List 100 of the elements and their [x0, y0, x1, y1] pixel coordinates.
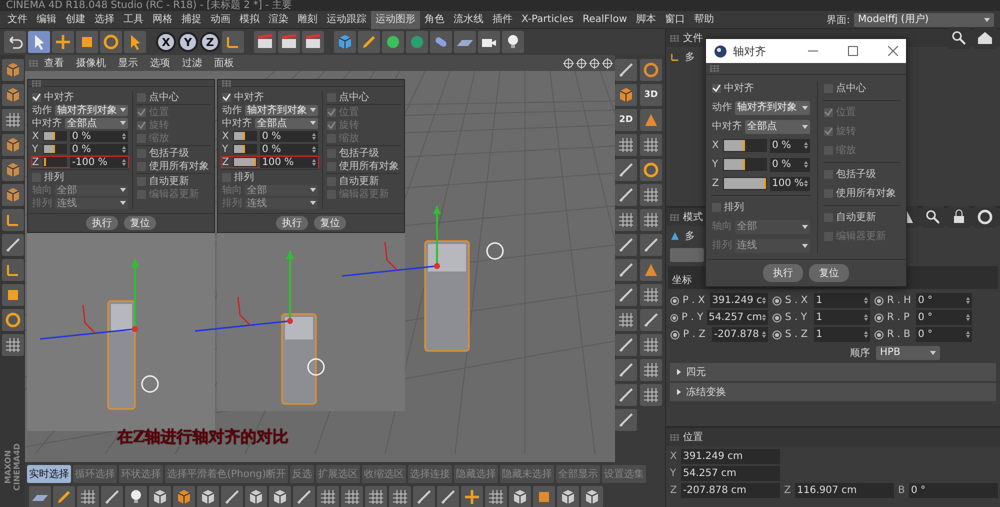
dropdown[interactable]: 全部点 [65, 118, 128, 128]
spinner-icon[interactable] [312, 158, 316, 166]
viewport-menu-item[interactable]: 摄像机 [70, 56, 112, 70]
keyframe-radio[interactable] [772, 330, 782, 340]
cube-icon[interactable] [557, 486, 579, 507]
number-field[interactable]: -207.878 cm [681, 483, 780, 498]
menu-item[interactable]: 文件 [3, 10, 32, 28]
number-field[interactable]: 0 % [260, 144, 318, 154]
grid-icon[interactable] [317, 486, 339, 507]
number-field[interactable]: 0 % [70, 144, 128, 154]
spinner-icon[interactable] [864, 331, 868, 338]
grip-icon[interactable] [670, 434, 679, 440]
grid-icon[interactable] [615, 134, 637, 156]
collapsible-group[interactable]: 四元 [670, 363, 996, 381]
keyframe-radio[interactable] [772, 296, 782, 306]
grid-icon[interactable] [640, 284, 662, 306]
pointer-icon[interactable] [124, 31, 146, 53]
selection-mode-button[interactable]: 实时选择 [27, 465, 71, 483]
square-icon[interactable] [2, 284, 24, 306]
pen-icon[interactable] [53, 486, 75, 507]
spinner-icon[interactable] [804, 142, 808, 149]
cube-icon[interactable] [509, 486, 531, 507]
spinner-icon[interactable] [122, 132, 126, 140]
tri-icon[interactable] [640, 259, 662, 281]
menu-item[interactable]: 脚本 [632, 10, 661, 28]
cube-icon[interactable] [581, 486, 603, 507]
axes-icon[interactable] [2, 259, 24, 281]
panel-menu-item[interactable]: 文件 [683, 31, 703, 45]
zoom-view-icon[interactable] [576, 58, 587, 68]
number-field[interactable]: 100 % [770, 176, 810, 190]
menu-item[interactable]: 运动图形 [371, 10, 420, 28]
layout-dropdown[interactable]: Modelffj (用户) [854, 12, 994, 26]
plane-icon[interactable] [29, 486, 51, 507]
light-icon[interactable] [125, 486, 147, 507]
spinner-icon[interactable] [966, 314, 970, 321]
number-field[interactable]: -207.878 [712, 327, 768, 342]
object-name[interactable]: 多 [685, 50, 695, 64]
grid-icon[interactable] [615, 209, 637, 231]
dropdown[interactable]: 轴对齐到对象 [735, 100, 810, 114]
grip-icon[interactable] [670, 34, 679, 42]
plus-icon[interactable] [461, 486, 483, 507]
cube-icon[interactable] [149, 486, 171, 507]
menu-item[interactable]: 插件 [488, 10, 517, 28]
keyframe-radio[interactable] [874, 312, 884, 322]
rotate-view-icon[interactable] [589, 58, 600, 68]
menu-item[interactable]: 编辑 [32, 10, 61, 28]
keyframe-radio[interactable] [874, 330, 884, 340]
spinner-icon[interactable] [864, 314, 868, 321]
number-field[interactable]: -100 % [70, 156, 128, 168]
mode-tool[interactable]: 3D [640, 84, 662, 106]
menu-item[interactable]: 窗口 [660, 10, 690, 28]
slider[interactable] [723, 139, 767, 152]
clapper-icon[interactable] [254, 31, 276, 53]
tri-icon[interactable] [640, 109, 662, 131]
number-field[interactable]: 54.257 cm [681, 466, 780, 481]
grip-icon[interactable] [670, 214, 679, 220]
grid-icon[interactable] [485, 486, 507, 507]
number-field[interactable]: 0 ° [916, 327, 972, 342]
menu-item[interactable]: 角色 [420, 10, 449, 28]
number-field[interactable]: 391.249 cm [681, 449, 780, 464]
menu-item[interactable]: 捕捉 [177, 10, 206, 28]
axes-icon[interactable] [2, 209, 24, 231]
cube-icon[interactable] [197, 486, 219, 507]
grip-icon[interactable] [710, 65, 719, 72]
number-field[interactable]: 0 ° [916, 310, 972, 325]
undo-icon[interactable] [4, 31, 26, 53]
grid-icon[interactable] [77, 486, 99, 507]
spinner-icon[interactable] [312, 146, 316, 152]
slider[interactable] [233, 144, 257, 154]
menu-item[interactable]: 动画 [206, 10, 235, 28]
cube-icon[interactable] [334, 31, 356, 53]
cube-icon[interactable] [269, 486, 291, 507]
number-field[interactable]: 100 % [260, 156, 318, 168]
dialog-button[interactable]: 执行 [763, 264, 803, 282]
slider[interactable] [43, 131, 67, 141]
axis-lock-button[interactable]: X [156, 32, 176, 52]
menu-item[interactable]: RealFlow [578, 10, 632, 28]
grid-icon[interactable] [615, 309, 637, 331]
viewport-menu-item[interactable]: 过滤 [176, 56, 208, 70]
cube-icon[interactable] [615, 84, 637, 106]
dropdown[interactable]: 全部点 [745, 120, 810, 134]
spinner-icon[interactable] [312, 132, 316, 140]
viewport-menu-item[interactable]: 显示 [112, 56, 144, 70]
grid-icon[interactable] [341, 486, 363, 507]
spinner-icon[interactable] [966, 297, 970, 304]
panel-menu-item[interactable]: 模式 [683, 210, 703, 224]
number-field[interactable]: 1 [814, 293, 870, 308]
dropdown[interactable]: 全部点 [255, 118, 318, 128]
keyframe-radio[interactable] [772, 312, 782, 322]
menu-item[interactable]: 雕刻 [293, 10, 322, 28]
rotate-icon[interactable] [640, 159, 662, 181]
keyframe-radio[interactable] [670, 296, 680, 306]
dialog-button[interactable]: 执行 [276, 216, 308, 230]
clapper-icon[interactable] [302, 31, 324, 53]
spinner-icon[interactable] [864, 297, 868, 304]
cube-icon[interactable] [2, 184, 24, 206]
scale-icon[interactable] [76, 31, 98, 53]
cube-icon[interactable] [2, 84, 24, 106]
number-field[interactable]: 0 % [70, 130, 128, 142]
grid-icon[interactable] [640, 209, 662, 231]
